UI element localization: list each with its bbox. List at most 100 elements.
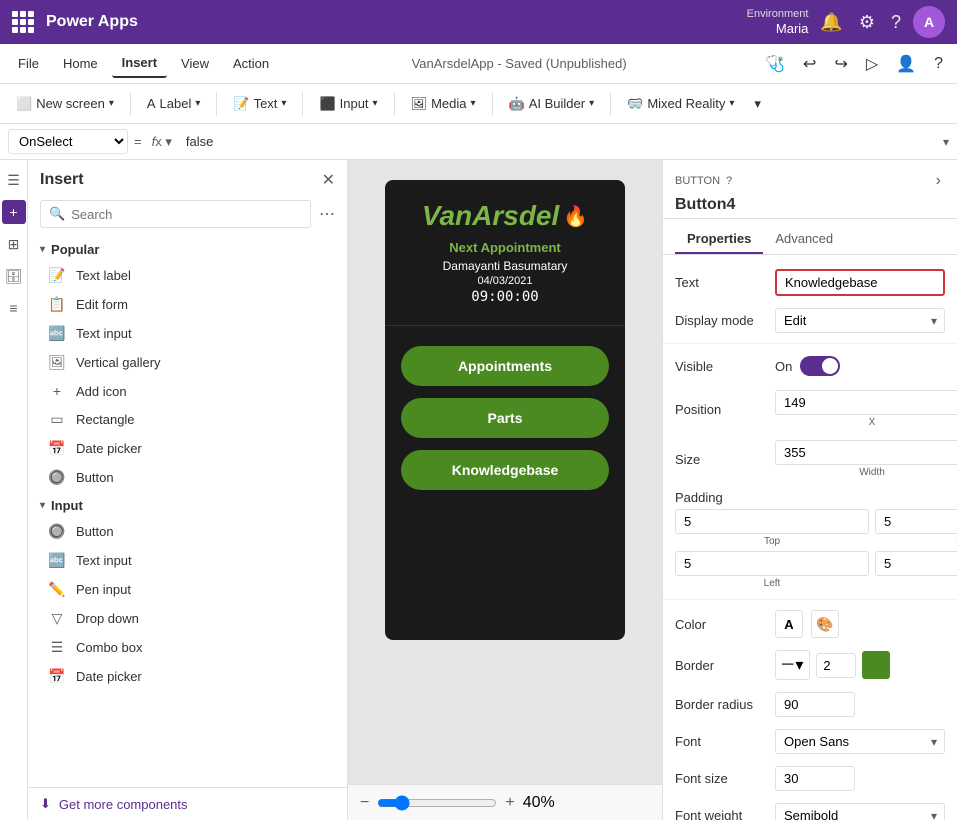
parts-button[interactable]: Parts (401, 398, 609, 438)
formula-property-select[interactable]: OnSelect (8, 129, 128, 154)
sidebar-data-icon[interactable]: 🗄 (2, 264, 26, 288)
color-picker-button[interactable]: 🎨 (811, 610, 839, 638)
appointments-button[interactable]: Appointments (401, 346, 609, 386)
person-icon[interactable]: 👤 (890, 50, 922, 78)
rectangle-icon: ▭ (48, 411, 66, 428)
media-button[interactable]: 🖼 Media ▾ (403, 92, 484, 116)
list-item[interactable]: ✏️ Pen input (28, 575, 347, 604)
top-bar-right: Environment Maria 🔔 ⚙ ? A (747, 6, 945, 38)
top-bar: Power Apps Environment Maria 🔔 ⚙ ? A (0, 0, 957, 44)
text-button[interactable]: 📝 Text ▾ (225, 92, 294, 116)
formula-fx-button[interactable]: fx ▾ (148, 132, 176, 152)
font-weight-select[interactable]: Semibold Regular Bold (775, 803, 945, 820)
color-row: A 🎨 (775, 610, 945, 638)
list-item[interactable]: 🔤 Text input (28, 546, 347, 575)
zoom-in-button[interactable]: + (505, 794, 514, 812)
help-menu-icon[interactable]: ? (928, 51, 949, 77)
more-options-icon[interactable]: ⋯ (319, 204, 335, 224)
search-input[interactable] (71, 207, 302, 222)
list-item[interactable]: ☰ Combo box (28, 633, 347, 662)
border-style-caret: ▾ (795, 655, 803, 675)
label-caret-icon: ▾ (195, 98, 200, 109)
menu-action[interactable]: Action (223, 50, 279, 77)
ai-builder-button[interactable]: 🤖 AI Builder ▾ (501, 92, 603, 116)
list-item[interactable]: 🔘 Button (28, 463, 347, 492)
add-icon-icon: + (48, 383, 66, 399)
menu-insert[interactable]: Insert (112, 49, 167, 78)
main-layout: ☰ + ⊞ 🗄 ≡ Insert ✕ 🔍 ⋯ ▾ Popular 📝 Te (0, 160, 957, 820)
redo-icon[interactable]: ↪ (828, 50, 853, 78)
zoom-out-button[interactable]: − (360, 794, 369, 812)
list-item[interactable]: ▽ Drop down (28, 604, 347, 633)
play-icon[interactable]: ▷ (860, 50, 884, 78)
mixed-reality-button[interactable]: 🥽 Mixed Reality ▾ (619, 92, 742, 116)
menu-view[interactable]: View (171, 50, 219, 77)
sidebar-variables-icon[interactable]: ≡ (2, 296, 26, 320)
stethoscope-icon[interactable]: 🩺 (759, 50, 791, 78)
border-radius-prop-label: Border radius (675, 697, 775, 712)
border-color-swatch[interactable] (862, 651, 890, 679)
list-item[interactable]: 📅 Date picker (28, 434, 347, 463)
list-item[interactable]: 📋 Edit form (28, 290, 347, 319)
pos-x-input[interactable] (775, 390, 957, 415)
font-prop-value: Open Sans (775, 729, 945, 754)
color-a-button[interactable]: A (775, 610, 803, 638)
toolbar-separator-4 (394, 92, 395, 116)
pad-right-input[interactable] (875, 551, 957, 576)
pad-top-input[interactable] (675, 509, 869, 534)
text-prop-input[interactable] (775, 269, 945, 296)
list-item[interactable]: 🖼 Vertical gallery (28, 348, 347, 377)
sidebar-layers-icon[interactable]: ⊞ (2, 232, 26, 256)
canvas-scroll[interactable]: VanArsdel 🔥 Next Appointment Damayanti B… (348, 160, 662, 784)
insert-panel-close-icon[interactable]: ✕ (322, 170, 335, 190)
popular-section-header[interactable]: ▾ Popular (28, 236, 347, 261)
size-width-input[interactable] (775, 440, 957, 465)
avatar[interactable]: A (913, 6, 945, 38)
pad-left-input[interactable] (675, 551, 869, 576)
display-mode-select[interactable]: Edit (775, 308, 945, 333)
zoom-slider[interactable] (377, 795, 497, 811)
sidebar-insert-icon[interactable]: + (2, 200, 26, 224)
font-property-row: Font Open Sans (663, 723, 957, 760)
visible-on-label: On (775, 359, 792, 374)
list-item[interactable]: 🔘 Button (28, 517, 347, 546)
apps-grid-icon[interactable] (12, 11, 34, 33)
knowledgebase-button[interactable]: Knowledgebase (401, 450, 609, 490)
label-button[interactable]: A Label ▾ (139, 92, 209, 115)
menu-home[interactable]: Home (53, 50, 108, 77)
font-select[interactable]: Open Sans (775, 729, 945, 754)
border-style-select[interactable]: ─ ▾ (775, 650, 810, 680)
input-button[interactable]: ⬛ Input ▾ (311, 92, 385, 116)
get-more-components-button[interactable]: ⬇ Get more components (28, 787, 347, 820)
ai-builder-caret-icon: ▾ (589, 98, 594, 109)
border-width-input[interactable] (816, 653, 856, 678)
font-size-input[interactable] (775, 766, 855, 791)
list-item[interactable]: 📝 Text label (28, 261, 347, 290)
font-size-prop-label: Font size (675, 771, 775, 786)
formula-expand-icon[interactable]: ▾ (943, 135, 949, 149)
tab-properties[interactable]: Properties (675, 225, 763, 254)
component-help-icon[interactable]: ? (726, 175, 732, 187)
input-section-header[interactable]: ▾ Input (28, 492, 347, 517)
text-input-input-icon: 🔤 (48, 552, 66, 569)
panel-expand-icon[interactable]: › (932, 168, 945, 194)
new-screen-button[interactable]: ⬜ New screen ▾ (8, 92, 122, 116)
formula-input[interactable] (182, 130, 937, 153)
list-item[interactable]: ▭ Rectangle (28, 405, 347, 434)
more-toolbar-button[interactable]: ▾ (746, 92, 769, 116)
tab-advanced[interactable]: Advanced (763, 225, 845, 254)
sidebar-hamburger-icon[interactable]: ☰ (2, 168, 26, 192)
help-icon[interactable]: ? (887, 8, 905, 37)
list-item[interactable]: 🔤 Text input (28, 319, 347, 348)
list-item[interactable]: 📅 Date picker (28, 662, 347, 691)
menu-file[interactable]: File (8, 50, 49, 77)
undo-icon[interactable]: ↩ (797, 50, 822, 78)
border-radius-input[interactable] (775, 692, 855, 717)
notification-icon[interactable]: 🔔 (816, 8, 846, 37)
phone-header: VanArsdel 🔥 Next Appointment Damayanti B… (385, 180, 625, 317)
size-property-row: Size Width Height (663, 434, 957, 484)
visible-toggle-switch[interactable] (800, 356, 840, 376)
list-item[interactable]: + Add icon (28, 377, 347, 405)
settings-icon[interactable]: ⚙ (855, 8, 879, 37)
pad-bottom-input[interactable] (875, 509, 957, 534)
